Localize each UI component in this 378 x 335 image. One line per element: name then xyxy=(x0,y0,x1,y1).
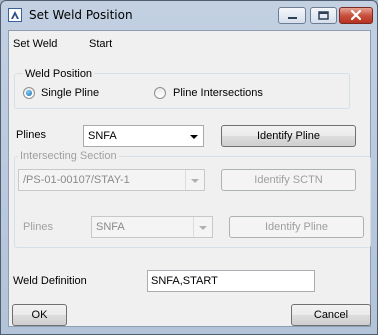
dropdown-arrow-icon xyxy=(185,126,203,146)
identify-intersecting-pline-button[interactable]: Identify Pline xyxy=(229,216,364,238)
dialog-window: Set Weld Position Set Weld Start Weld Po… xyxy=(0,0,378,335)
window-title: Set Weld Position xyxy=(29,8,133,22)
maximize-button[interactable] xyxy=(310,7,337,24)
title-bar[interactable]: Set Weld Position xyxy=(1,1,377,29)
dropdown-arrow-icon xyxy=(193,217,212,237)
set-weld-value: Start xyxy=(89,38,113,50)
radio-selected-dot xyxy=(26,90,32,96)
weld-definition-label: Weld Definition xyxy=(13,275,87,287)
app-icon xyxy=(8,8,22,22)
ok-button[interactable]: OK xyxy=(12,304,67,326)
single-pline-radio[interactable] xyxy=(23,87,35,99)
weld-position-group-label: Weld Position xyxy=(23,68,95,80)
minimize-button[interactable] xyxy=(278,7,306,24)
dropdown-arrow-icon xyxy=(185,170,204,190)
weld-definition-value: SNFA,START xyxy=(151,275,218,287)
plines-label: Plines xyxy=(16,129,46,141)
set-weld-label: Set Weld xyxy=(13,38,58,50)
cancel-button[interactable]: Cancel xyxy=(291,304,371,326)
intersecting-section-value: /PS-01-00107/STAY-1 xyxy=(23,174,130,186)
maximize-icon xyxy=(318,11,329,20)
pline-intersections-radio[interactable] xyxy=(154,87,166,99)
intersecting-plines-value: SNFA xyxy=(96,221,125,233)
close-button[interactable] xyxy=(339,7,373,24)
intersecting-plines-label: Plines xyxy=(23,221,53,233)
intersecting-section-group-label: Intersecting Section xyxy=(18,150,119,162)
dialog-body: Set Weld Start Weld Position Single Plin… xyxy=(8,30,371,327)
single-pline-label[interactable]: Single Pline xyxy=(41,87,99,99)
plines-dropdown-value: SNFA xyxy=(88,130,117,142)
intersecting-section-dropdown[interactable]: /PS-01-00107/STAY-1 xyxy=(18,169,205,191)
minimize-icon xyxy=(288,17,297,19)
close-icon xyxy=(350,9,362,21)
identify-sctn-button[interactable]: Identify SCTN xyxy=(221,169,356,191)
intersecting-plines-dropdown[interactable]: SNFA xyxy=(91,216,213,238)
plines-dropdown[interactable]: SNFA xyxy=(83,125,204,147)
pline-intersections-label[interactable]: Pline Intersections xyxy=(173,87,263,99)
weld-definition-field[interactable]: SNFA,START xyxy=(147,270,315,292)
identify-pline-button[interactable]: Identify Pline xyxy=(221,125,356,147)
